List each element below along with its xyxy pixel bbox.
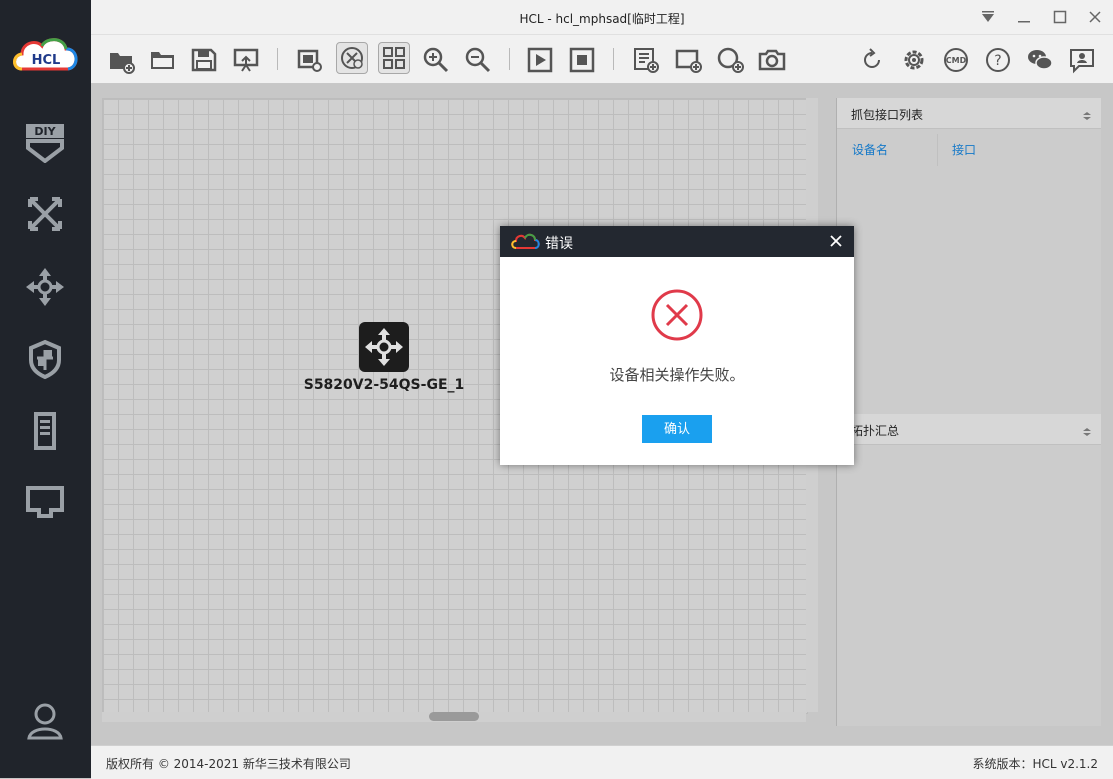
maximize-icon[interactable] [1051,8,1069,26]
hcl-logo: HCL [10,33,82,77]
toolbar-separator [277,48,278,70]
expand-icon[interactable] [1083,425,1091,436]
horizontal-scroll-thumb[interactable] [429,712,479,721]
save-icon[interactable] [189,45,219,75]
svg-text:CMD: CMD [946,56,967,65]
settings-icon[interactable] [899,45,929,75]
toolbar: CMD ? [91,35,1113,84]
export-icon[interactable] [231,45,261,75]
topology-view-icon[interactable] [336,42,368,74]
zoom-in-icon[interactable] [421,45,451,75]
close-window-icon[interactable] [1086,8,1104,26]
topology-summary-header[interactable]: 拓扑汇总 [837,414,1101,445]
dialog-title: 错误 [545,236,573,252]
capture-panel-title: 抓包接口列表 [851,108,924,122]
version-text: 系统版本：HCL v2.1.2 [972,757,1098,771]
right-panel: 抓包接口列表 设备名 接口 拓扑汇总 [836,98,1101,726]
title-bar: HCL - hcl_mphsad[临时工程] [91,0,1113,35]
toolbar-separator [613,48,614,70]
minimize-icon[interactable] [1015,8,1033,26]
dialog-header[interactable]: 错误 [500,226,854,257]
device-label[interactable]: S5820V2-54QS-GE_1 [290,377,478,393]
column-device-name[interactable]: 设备名 [852,141,888,158]
cmd-icon[interactable]: CMD [941,45,971,75]
hcl-cloud-icon [510,232,540,252]
camera-icon[interactable] [757,45,787,75]
svg-text:DIY: DIY [34,125,56,138]
user-icon[interactable] [24,700,66,742]
column-divider [937,134,938,166]
collapse-icon[interactable] [1083,109,1091,120]
stop-icon[interactable] [567,45,597,75]
zoom-out-icon[interactable] [463,45,493,75]
list-add-icon[interactable] [631,45,661,75]
copyright-text: 版权所有 © 2014-2021 新华三技术有限公司 [106,757,351,771]
new-project-icon[interactable] [107,45,137,75]
column-interface[interactable]: 接口 [952,141,976,158]
confirm-button[interactable]: 确认 [642,415,712,443]
add-rect-icon[interactable] [673,45,703,75]
refresh-icon[interactable] [857,45,887,75]
menu-dropdown-icon[interactable] [979,8,997,26]
svg-text:HCL: HCL [32,53,61,68]
capture-panel-header[interactable]: 抓包接口列表 [837,98,1101,129]
grid-view-icon[interactable] [378,42,410,74]
svg-text:?: ? [994,53,1001,69]
status-bar: 版权所有 © 2014-2021 新华三技术有限公司 系统版本：HCL v2.1… [91,745,1113,779]
open-folder-icon[interactable] [148,45,178,75]
terminal-icon[interactable] [24,482,66,524]
wechat-icon[interactable] [1025,45,1055,75]
toolbar-separator [509,48,510,70]
diy-icon[interactable]: DIY [24,121,66,164]
left-sidebar: HCL DIY [0,0,91,778]
close-icon[interactable] [830,235,842,247]
security-shield-icon[interactable] [24,338,66,380]
error-icon [650,288,704,342]
topology-icon[interactable] [24,193,66,235]
feedback-icon[interactable] [1067,45,1097,75]
server-icon[interactable] [24,410,66,452]
topology-summary-title: 拓扑汇总 [851,424,900,438]
dialog-message: 设备相关操作失败。 [609,366,745,384]
screen-capture-icon[interactable] [294,45,324,75]
window-title: HCL - hcl_mphsad[临时工程] [519,12,685,26]
switch-device-icon[interactable] [359,322,409,372]
add-circle-icon[interactable] [715,45,745,75]
help-icon[interactable]: ? [983,45,1013,75]
router-move-icon[interactable] [24,266,66,308]
start-icon[interactable] [525,45,555,75]
error-dialog: 错误 设备相关操作失败。 确认 [500,226,854,465]
